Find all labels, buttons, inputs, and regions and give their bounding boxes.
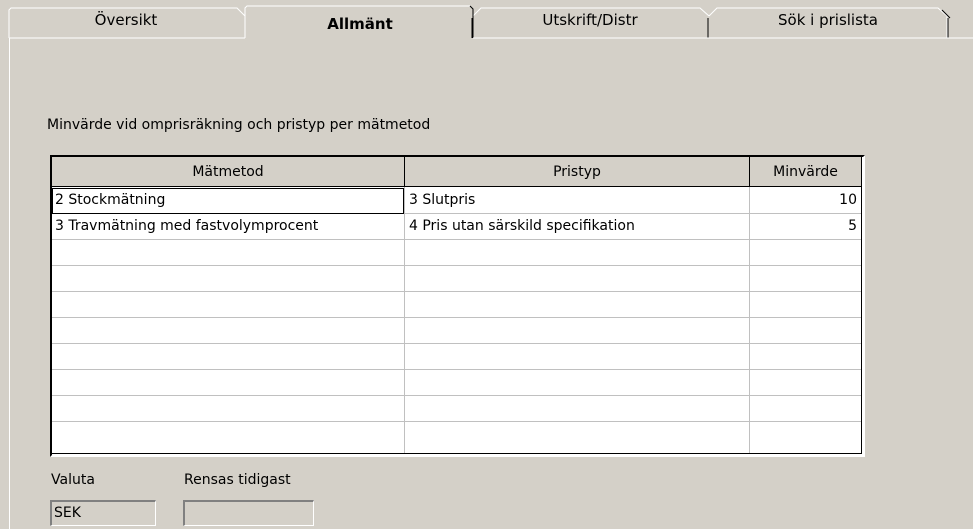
grid-row-divider — [52, 239, 861, 240]
grid-row-divider — [52, 265, 861, 266]
section-heading: Minvärde vid omprisräkning och pristyp p… — [47, 117, 431, 133]
column-header-minvarde[interactable]: Minvärde — [750, 157, 861, 187]
rensas-tidigast-field[interactable] — [183, 500, 314, 526]
cell-pristyp[interactable]: 4 Pris utan särskild specifikation — [409, 214, 747, 239]
cell-minvarde[interactable]: 10 — [752, 188, 857, 213]
rensas-tidigast-label: Rensas tidigast — [184, 472, 291, 488]
matmetod-grid[interactable]: Mätmetod Pristyp Minvärde 2 Stockmätning… — [50, 155, 865, 457]
tab-strip: Översikt Allmänt Utskrift/Distr Sök i pr… — [0, 0, 973, 40]
cell-minvarde[interactable]: 5 — [752, 214, 857, 239]
tab-sok-i-prislista[interactable]: Sök i prislista — [778, 11, 878, 29]
cell-pristyp[interactable]: 3 Slutpris — [409, 188, 747, 213]
column-header-matmetod[interactable]: Mätmetod — [52, 157, 405, 187]
grid-row-divider — [52, 317, 861, 318]
grid-column-divider — [749, 187, 750, 453]
tab-utskrift-distr[interactable]: Utskrift/Distr — [542, 11, 637, 29]
grid-row-divider — [52, 421, 861, 422]
cell-matmetod[interactable]: 2 Stockmätning — [55, 188, 401, 213]
valuta-label: Valuta — [51, 472, 95, 488]
column-header-pristyp[interactable]: Pristyp — [405, 157, 750, 187]
grid-row-divider — [52, 291, 861, 292]
grid-row-divider — [52, 395, 861, 396]
grid-row-divider — [52, 343, 861, 344]
grid-row-divider — [52, 369, 861, 370]
tab-oversikt[interactable]: Översikt — [95, 11, 158, 29]
tab-allmant[interactable]: Allmänt — [327, 15, 393, 33]
valuta-field[interactable]: SEK — [50, 500, 156, 526]
cell-matmetod[interactable]: 3 Travmätning med fastvolymprocent — [55, 214, 401, 239]
grid-column-divider — [404, 187, 405, 453]
